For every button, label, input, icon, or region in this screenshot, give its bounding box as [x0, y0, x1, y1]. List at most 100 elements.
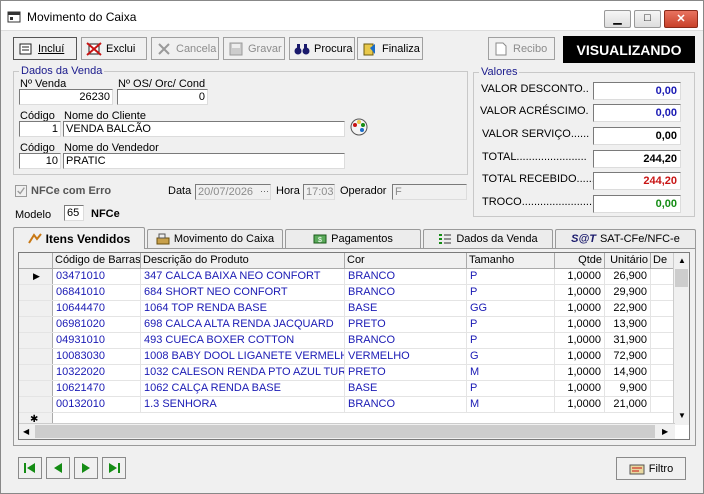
maximize-button[interactable]: □ [634, 10, 661, 28]
cell-unitario[interactable]: 22,900 [605, 301, 651, 317]
cell-descricao[interactable]: 1064 TOP RENDA BASE [141, 301, 345, 317]
cell-codigo-barras[interactable]: 06841010 [53, 285, 141, 301]
cell-descricao[interactable]: 684 SHORT NEO CONFORT [141, 285, 345, 301]
grid-horizontal-scrollbar[interactable]: ◀ ▶ [19, 423, 675, 439]
cell-unitario[interactable]: 26,900 [605, 269, 651, 285]
desconto-field[interactable]: 0,00 [593, 82, 681, 100]
cell-descricao[interactable]: 347 CALCA BAIXA NEO CONFORT [141, 269, 345, 285]
cell-desconto[interactable] [651, 285, 675, 301]
cell-qtde[interactable]: 1,0000 [555, 349, 605, 365]
modelo-field[interactable]: 65 [64, 205, 84, 221]
cell-desconto[interactable] [651, 301, 675, 317]
cell-cor[interactable]: BRANCO [345, 285, 467, 301]
table-row[interactable]: 10322020 1032 CALESON RENDA PTO AZUL TURQ… [19, 365, 675, 381]
tab-sat-cfe[interactable]: S@T SAT-CFe/NFC-e [555, 229, 696, 248]
cell-tamanho[interactable]: GG [467, 301, 555, 317]
cell-codigo-barras[interactable]: 10621470 [53, 381, 141, 397]
cell-cor[interactable]: BASE [345, 381, 467, 397]
cell-descricao[interactable]: 1.3 SENHORA [141, 397, 345, 413]
date-picker-icon[interactable]: ··· [260, 186, 269, 196]
header-tamanho[interactable]: Tamanho [467, 253, 555, 269]
cell-tamanho[interactable]: P [467, 333, 555, 349]
cell-descricao[interactable]: 493 CUECA BOXER COTTON [141, 333, 345, 349]
finalizar-button[interactable]: Finaliza [357, 37, 423, 60]
header-codigo-barras[interactable]: Código de Barras [53, 253, 141, 269]
cell-codigo-barras[interactable]: 10083030 [53, 349, 141, 365]
first-record-button[interactable] [18, 457, 42, 479]
cell-unitario[interactable]: 9,900 [605, 381, 651, 397]
header-qtde[interactable]: Qtde [555, 253, 605, 269]
cell-cor[interactable]: BRANCO [345, 397, 467, 413]
recibo-button[interactable]: Recibo [488, 37, 555, 60]
horizontal-scroll-thumb[interactable] [35, 425, 655, 438]
cell-desconto[interactable] [651, 333, 675, 349]
cell-qtde[interactable]: 1,0000 [555, 333, 605, 349]
cell-tamanho[interactable]: G [467, 349, 555, 365]
scroll-up-icon[interactable]: ▲ [678, 256, 686, 265]
cell-cor[interactable]: BASE [345, 301, 467, 317]
tab-movimento-caixa[interactable]: Movimento do Caixa [147, 229, 283, 248]
gravar-button[interactable]: Gravar [223, 37, 285, 60]
minimize-button[interactable]: ▁ [604, 10, 631, 28]
hora-field[interactable]: 17:03 [303, 184, 335, 200]
servico-field[interactable]: 0,00 [593, 127, 681, 145]
n-venda-field[interactable]: 26230 [19, 89, 113, 105]
cell-tamanho[interactable]: P [467, 317, 555, 333]
cell-tamanho[interactable]: P [467, 269, 555, 285]
header-desconto[interactable]: De [651, 253, 675, 269]
cell-qtde[interactable]: 1,0000 [555, 397, 605, 413]
cell-qtde[interactable]: 1,0000 [555, 365, 605, 381]
cell-cor[interactable]: BRANCO [345, 269, 467, 285]
incluir-button[interactable]: Incluí [13, 37, 77, 60]
troco-field[interactable]: 0,00 [593, 195, 681, 213]
cell-qtde[interactable]: 1,0000 [555, 317, 605, 333]
tab-pagamentos[interactable]: $ Pagamentos [285, 229, 421, 248]
grid-vertical-scrollbar[interactable]: ▲ ▼ [673, 253, 689, 425]
cell-cor[interactable]: BRANCO [345, 333, 467, 349]
table-row[interactable]: 06841010 684 SHORT NEO CONFORT BRANCO P 1,00… [19, 285, 675, 301]
header-descricao[interactable]: Descrição do Produto [141, 253, 345, 269]
cell-descricao[interactable]: 1062 CALÇA RENDA BASE [141, 381, 345, 397]
cell-unitario[interactable]: 29,900 [605, 285, 651, 301]
cell-desconto[interactable] [651, 269, 675, 285]
cell-descricao[interactable]: 1032 CALESON RENDA PTO AZUL TURQI [141, 365, 345, 381]
cell-desconto[interactable] [651, 397, 675, 413]
cell-unitario[interactable]: 14,900 [605, 365, 651, 381]
tab-itens-vendidos[interactable]: Itens Vendidos [13, 227, 145, 249]
cell-tamanho[interactable]: M [467, 397, 555, 413]
cell-qtde[interactable]: 1,0000 [555, 381, 605, 397]
cliente-codigo-field[interactable]: 1 [19, 121, 61, 137]
scroll-down-icon[interactable]: ▼ [678, 411, 686, 420]
cliente-search-button[interactable] [348, 117, 370, 137]
next-record-button[interactable] [74, 457, 98, 479]
cell-cor[interactable]: PRETO [345, 365, 467, 381]
cell-unitario[interactable]: 21,000 [605, 397, 651, 413]
cell-qtde[interactable]: 1,0000 [555, 301, 605, 317]
recebido-field[interactable]: 244,20 [593, 172, 681, 190]
table-row[interactable]: 00132010 1.3 SENHORA BRANCO M 1,0000 21,000 [19, 397, 675, 413]
procurar-button[interactable]: Procura [289, 37, 355, 60]
vertical-scroll-thumb[interactable] [675, 269, 688, 287]
acrescimo-field[interactable]: 0,00 [593, 104, 681, 122]
cell-codigo-barras[interactable]: 10322020 [53, 365, 141, 381]
scroll-right-icon[interactable]: ▶ [662, 427, 668, 436]
nfce-erro-checkbox[interactable] [15, 185, 27, 197]
cell-cor[interactable]: PRETO [345, 317, 467, 333]
cancelar-button[interactable]: Cancela [151, 37, 219, 60]
operador-field[interactable]: F [392, 184, 467, 200]
table-row[interactable]: 04931010 493 CUECA BOXER COTTON BRANCO P 1,0… [19, 333, 675, 349]
cell-unitario[interactable]: 72,900 [605, 349, 651, 365]
cell-tamanho[interactable]: P [467, 381, 555, 397]
cell-codigo-barras[interactable]: 10644470 [53, 301, 141, 317]
table-row[interactable]: 10644470 1064 TOP RENDA BASE BASE GG 1,0000 2… [19, 301, 675, 317]
table-row[interactable]: 10083030 1008 BABY DOOL LIGANETE VERMELHO… [19, 349, 675, 365]
total-field[interactable]: 244,20 [593, 150, 681, 168]
cell-unitario[interactable]: 13,900 [605, 317, 651, 333]
cliente-nome-field[interactable]: VENDA BALCÃO [63, 121, 345, 137]
vendedor-codigo-field[interactable]: 10 [19, 153, 61, 169]
excluir-button[interactable]: Exclui [81, 37, 147, 60]
cell-desconto[interactable] [651, 317, 675, 333]
data-field[interactable]: 20/07/2026 ··· [195, 184, 271, 200]
cell-tamanho[interactable]: P [467, 285, 555, 301]
cell-tamanho[interactable]: M [467, 365, 555, 381]
